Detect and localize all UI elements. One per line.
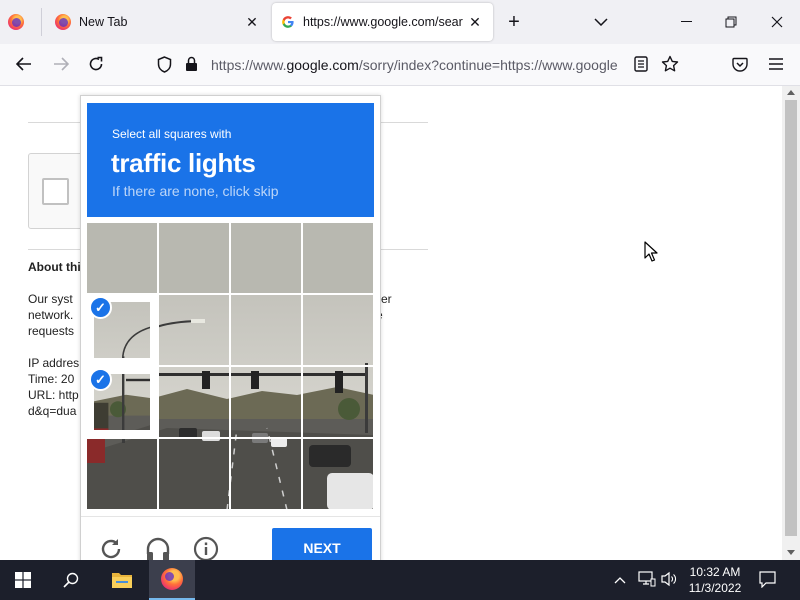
close-icon[interactable]: ✕ xyxy=(244,14,260,30)
scroll-up-icon[interactable] xyxy=(787,90,795,95)
captcha-tile[interactable] xyxy=(159,439,229,509)
tab-google-search[interactable]: https://www.google.com/searc ✕ xyxy=(272,3,493,41)
firefox-icon xyxy=(8,14,24,30)
captcha-tile[interactable] xyxy=(231,295,301,365)
close-window-icon[interactable] xyxy=(757,8,797,36)
new-tab-plus-icon[interactable]: + xyxy=(494,8,534,36)
windows-taskbar: 10:32 AM 11/3/2022 xyxy=(0,560,800,600)
body-text-line: Time: 20 xyxy=(28,372,75,386)
captcha-tile-image xyxy=(159,223,229,293)
forward-arrow-icon[interactable] xyxy=(47,50,75,78)
mouse-cursor-icon xyxy=(644,241,658,262)
captcha-tile-image xyxy=(87,439,157,509)
recaptcha-widget xyxy=(28,153,88,229)
tab-title: New Tab xyxy=(79,15,128,29)
tab-new-tab[interactable]: New Tab ✕ xyxy=(44,0,270,44)
scrollbar[interactable] xyxy=(782,86,800,560)
captcha-tile-image xyxy=(159,295,229,365)
firefox-taskbar-icon[interactable] xyxy=(149,560,195,600)
captcha-tile[interactable] xyxy=(303,439,373,509)
body-text-line: d&q=dua xyxy=(28,404,77,418)
body-text-line: Our syst xyxy=(28,292,73,306)
tab-title: https://www.google.com/searc xyxy=(303,15,463,29)
url-text[interactable]: https://www.google.com/sorry/index?conti… xyxy=(211,57,624,73)
restore-icon[interactable] xyxy=(711,8,751,36)
captcha-tile-image xyxy=(303,439,373,509)
shield-icon[interactable] xyxy=(157,56,172,76)
captcha-tile[interactable] xyxy=(159,295,229,365)
scroll-thumb[interactable] xyxy=(785,100,797,536)
captcha-tile-image xyxy=(87,223,157,293)
captcha-tile[interactable] xyxy=(231,439,301,509)
reload-icon[interactable] xyxy=(82,50,110,78)
recaptcha-checkbox[interactable] xyxy=(42,178,69,205)
clock-date: 11/3/2022 xyxy=(688,581,742,595)
firefox-icon xyxy=(161,568,183,590)
chevron-down-icon[interactable] xyxy=(581,8,621,36)
captcha-tile-image xyxy=(303,367,373,437)
lock-icon[interactable] xyxy=(185,56,198,75)
captcha-tile[interactable] xyxy=(87,223,157,293)
captcha-tile-image xyxy=(231,439,301,509)
firefox-view-button[interactable] xyxy=(8,0,34,44)
clock-time: 10:32 AM xyxy=(689,565,741,579)
captcha-tile[interactable] xyxy=(303,223,373,293)
captcha-tile[interactable] xyxy=(303,295,373,365)
captcha-tile[interactable] xyxy=(159,367,229,437)
captcha-tile[interactable]: ✓ xyxy=(87,367,157,437)
body-text-line: URL: http xyxy=(28,388,79,402)
captcha-tile-image xyxy=(231,295,301,365)
pocket-icon[interactable] xyxy=(726,50,754,78)
captcha-footer: NEXT xyxy=(81,516,380,564)
windows-start-icon[interactable] xyxy=(0,560,46,600)
captcha-tile-image xyxy=(303,295,373,365)
info-icon[interactable] xyxy=(192,535,220,563)
captcha-tile-image xyxy=(159,439,229,509)
captcha-tile[interactable] xyxy=(159,223,229,293)
checkmark-icon: ✓ xyxy=(89,296,112,319)
headphones-audio-icon[interactable] xyxy=(144,535,172,563)
body-text-line: network. xyxy=(28,308,74,322)
firefox-icon xyxy=(55,14,71,30)
search-icon[interactable] xyxy=(48,560,94,600)
reader-view-icon[interactable] xyxy=(634,56,648,75)
captcha-hint: If there are none, click skip xyxy=(112,183,279,199)
minimize-icon[interactable] xyxy=(666,8,706,36)
body-text-line: IP addres xyxy=(28,356,80,370)
captcha-tile[interactable] xyxy=(87,439,157,509)
captcha-tile-image xyxy=(303,223,373,293)
captcha-instruction: Select all squares with xyxy=(112,127,232,141)
bookmark-star-icon[interactable] xyxy=(661,55,679,76)
speaker-volume-icon[interactable] xyxy=(661,571,677,590)
captcha-tile[interactable] xyxy=(303,367,373,437)
close-icon[interactable]: ✕ xyxy=(467,14,483,30)
captcha-challenge: Select all squares with traffic lights I… xyxy=(80,95,381,565)
notification-icon[interactable] xyxy=(759,571,776,591)
captcha-tile-image xyxy=(231,223,301,293)
about-heading: About thi xyxy=(28,260,81,274)
tab-strip: New Tab ✕ https://www.google.com/searc ✕… xyxy=(0,0,800,44)
reload-challenge-icon[interactable] xyxy=(97,535,125,563)
file-explorer-icon[interactable] xyxy=(99,560,145,600)
captcha-tile-image xyxy=(231,367,301,437)
captcha-header: Select all squares with traffic lights I… xyxy=(87,103,374,217)
captcha-tile-image xyxy=(159,367,229,437)
scroll-down-icon[interactable] xyxy=(787,550,795,555)
back-arrow-icon[interactable] xyxy=(10,50,38,78)
navigation-toolbar: https://www.google.com/sorry/index?conti… xyxy=(0,44,800,86)
body-text-line: requests xyxy=(28,324,75,338)
chevron-up-icon[interactable] xyxy=(614,573,626,587)
captcha-image-grid: ✓ ✓ xyxy=(87,223,374,510)
captcha-tile[interactable]: ✓ xyxy=(87,295,157,365)
taskbar-clock[interactable]: 10:32 AM 11/3/2022 xyxy=(682,564,748,596)
network-icon[interactable] xyxy=(638,571,656,590)
captcha-tile[interactable] xyxy=(231,223,301,293)
url-bar[interactable]: https://www.google.com/sorry/index?conti… xyxy=(148,49,688,80)
checkmark-icon: ✓ xyxy=(89,368,112,391)
captcha-target: traffic lights xyxy=(111,148,256,178)
captcha-tile[interactable] xyxy=(231,367,301,437)
google-g-icon xyxy=(281,15,295,29)
hamburger-menu-icon[interactable] xyxy=(762,50,790,78)
body-text-fragment: er xyxy=(381,292,392,306)
